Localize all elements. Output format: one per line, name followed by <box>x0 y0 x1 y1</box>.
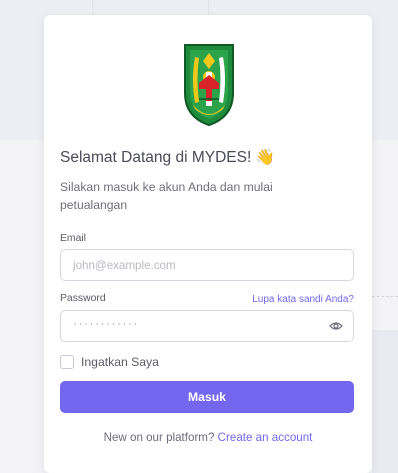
email-label: Email <box>60 233 86 244</box>
welcome-heading: Selamat Datang di MYDES! 👋 <box>60 148 360 167</box>
signup-prompt: New on our platform? Create an account <box>44 431 372 444</box>
background-dashed-line <box>372 296 398 297</box>
login-card: Selamat Datang di MYDES! 👋 Silakan masuk… <box>44 15 372 473</box>
welcome-title: Selamat Datang di MYDES! 👋 <box>60 149 275 166</box>
email-placeholder: john@example.com <box>73 259 176 272</box>
password-label: Password <box>60 293 106 304</box>
create-account-link[interactable]: Create an account <box>218 431 313 444</box>
login-button[interactable]: Masuk <box>60 381 354 413</box>
regional-emblem-logo <box>184 44 234 127</box>
welcome-subtitle: Silakan masuk ke akun Anda dan mulai pet… <box>60 180 273 212</box>
password-masked-value: ············ <box>73 316 139 330</box>
password-field[interactable]: ············ <box>60 310 354 342</box>
background-panel <box>372 330 398 473</box>
signup-prompt-text: New on our platform? <box>103 431 215 444</box>
email-field[interactable]: john@example.com <box>60 249 354 281</box>
remember-me-checkbox[interactable] <box>60 355 74 369</box>
eye-icon[interactable] <box>329 321 343 331</box>
forgot-password-link[interactable]: Lupa kata sandi Anda? <box>252 294 354 305</box>
remember-me-label[interactable]: Ingatkan Saya <box>81 355 159 369</box>
